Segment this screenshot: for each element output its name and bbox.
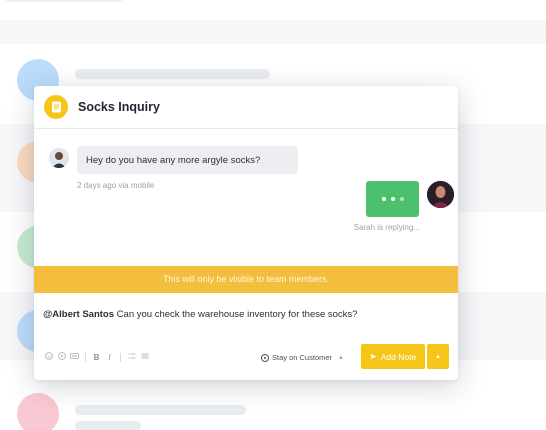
stay-option-label: Stay on Customer bbox=[272, 353, 333, 362]
conversation-card: Socks Inquiry Hey do you have any more a… bbox=[34, 86, 458, 380]
add-note-label: Add Note bbox=[380, 351, 417, 362]
background-band bbox=[0, 20, 546, 44]
chevron-up-icon: ▲ bbox=[338, 354, 344, 361]
incoming-message: Hey do you have any more argyle socks? bbox=[77, 146, 298, 174]
typing-indicator bbox=[366, 181, 419, 217]
toolbar-divider bbox=[120, 352, 121, 362]
note-input[interactable]: @Albert Santos Can you check the warehou… bbox=[43, 309, 357, 320]
radio-icon bbox=[261, 353, 269, 362]
conversation-header: Socks Inquiry bbox=[34, 86, 458, 129]
chevron-up-icon: ▲ bbox=[435, 353, 441, 360]
send-icon bbox=[370, 353, 377, 360]
note-body: Can you check the warehouse inventory fo… bbox=[114, 309, 358, 320]
text-placeholder bbox=[75, 421, 141, 430]
typing-dot bbox=[381, 197, 386, 201]
background-list-item bbox=[0, 393, 546, 430]
add-note-options-button[interactable]: ▲ bbox=[427, 344, 449, 369]
agent-avatar bbox=[427, 181, 454, 208]
typing-status: Sarah is replying... bbox=[353, 223, 420, 232]
gif-icon[interactable] bbox=[70, 352, 79, 362]
typing-dot bbox=[390, 197, 395, 201]
bullet-list-icon[interactable] bbox=[140, 352, 149, 362]
bold-icon[interactable]: B bbox=[92, 353, 101, 362]
mention-tag: @Albert Santos bbox=[43, 309, 115, 320]
typing-dot bbox=[399, 197, 404, 201]
ordered-list-icon[interactable] bbox=[127, 352, 136, 362]
background-placeholder bbox=[4, 0, 124, 2]
stay-on-customer-toggle[interactable]: Stay on Customer ▲ bbox=[261, 353, 344, 362]
customer-avatar bbox=[49, 148, 69, 168]
formatting-toolbar: B I bbox=[44, 351, 149, 363]
text-placeholder bbox=[75, 69, 270, 79]
italic-icon[interactable]: I bbox=[105, 353, 114, 362]
conversation-title: Socks Inquiry bbox=[78, 100, 160, 114]
note-icon bbox=[44, 95, 68, 119]
add-note-button[interactable]: Add Note bbox=[361, 344, 425, 369]
message-meta: 2 days ago via mobile bbox=[77, 181, 155, 190]
emoji-icon[interactable] bbox=[44, 352, 53, 362]
video-icon[interactable] bbox=[57, 352, 66, 362]
internal-note-notice: This will only be visible to team member… bbox=[34, 266, 458, 293]
text-placeholder bbox=[75, 405, 246, 415]
avatar bbox=[17, 393, 59, 430]
toolbar-divider bbox=[85, 352, 86, 362]
